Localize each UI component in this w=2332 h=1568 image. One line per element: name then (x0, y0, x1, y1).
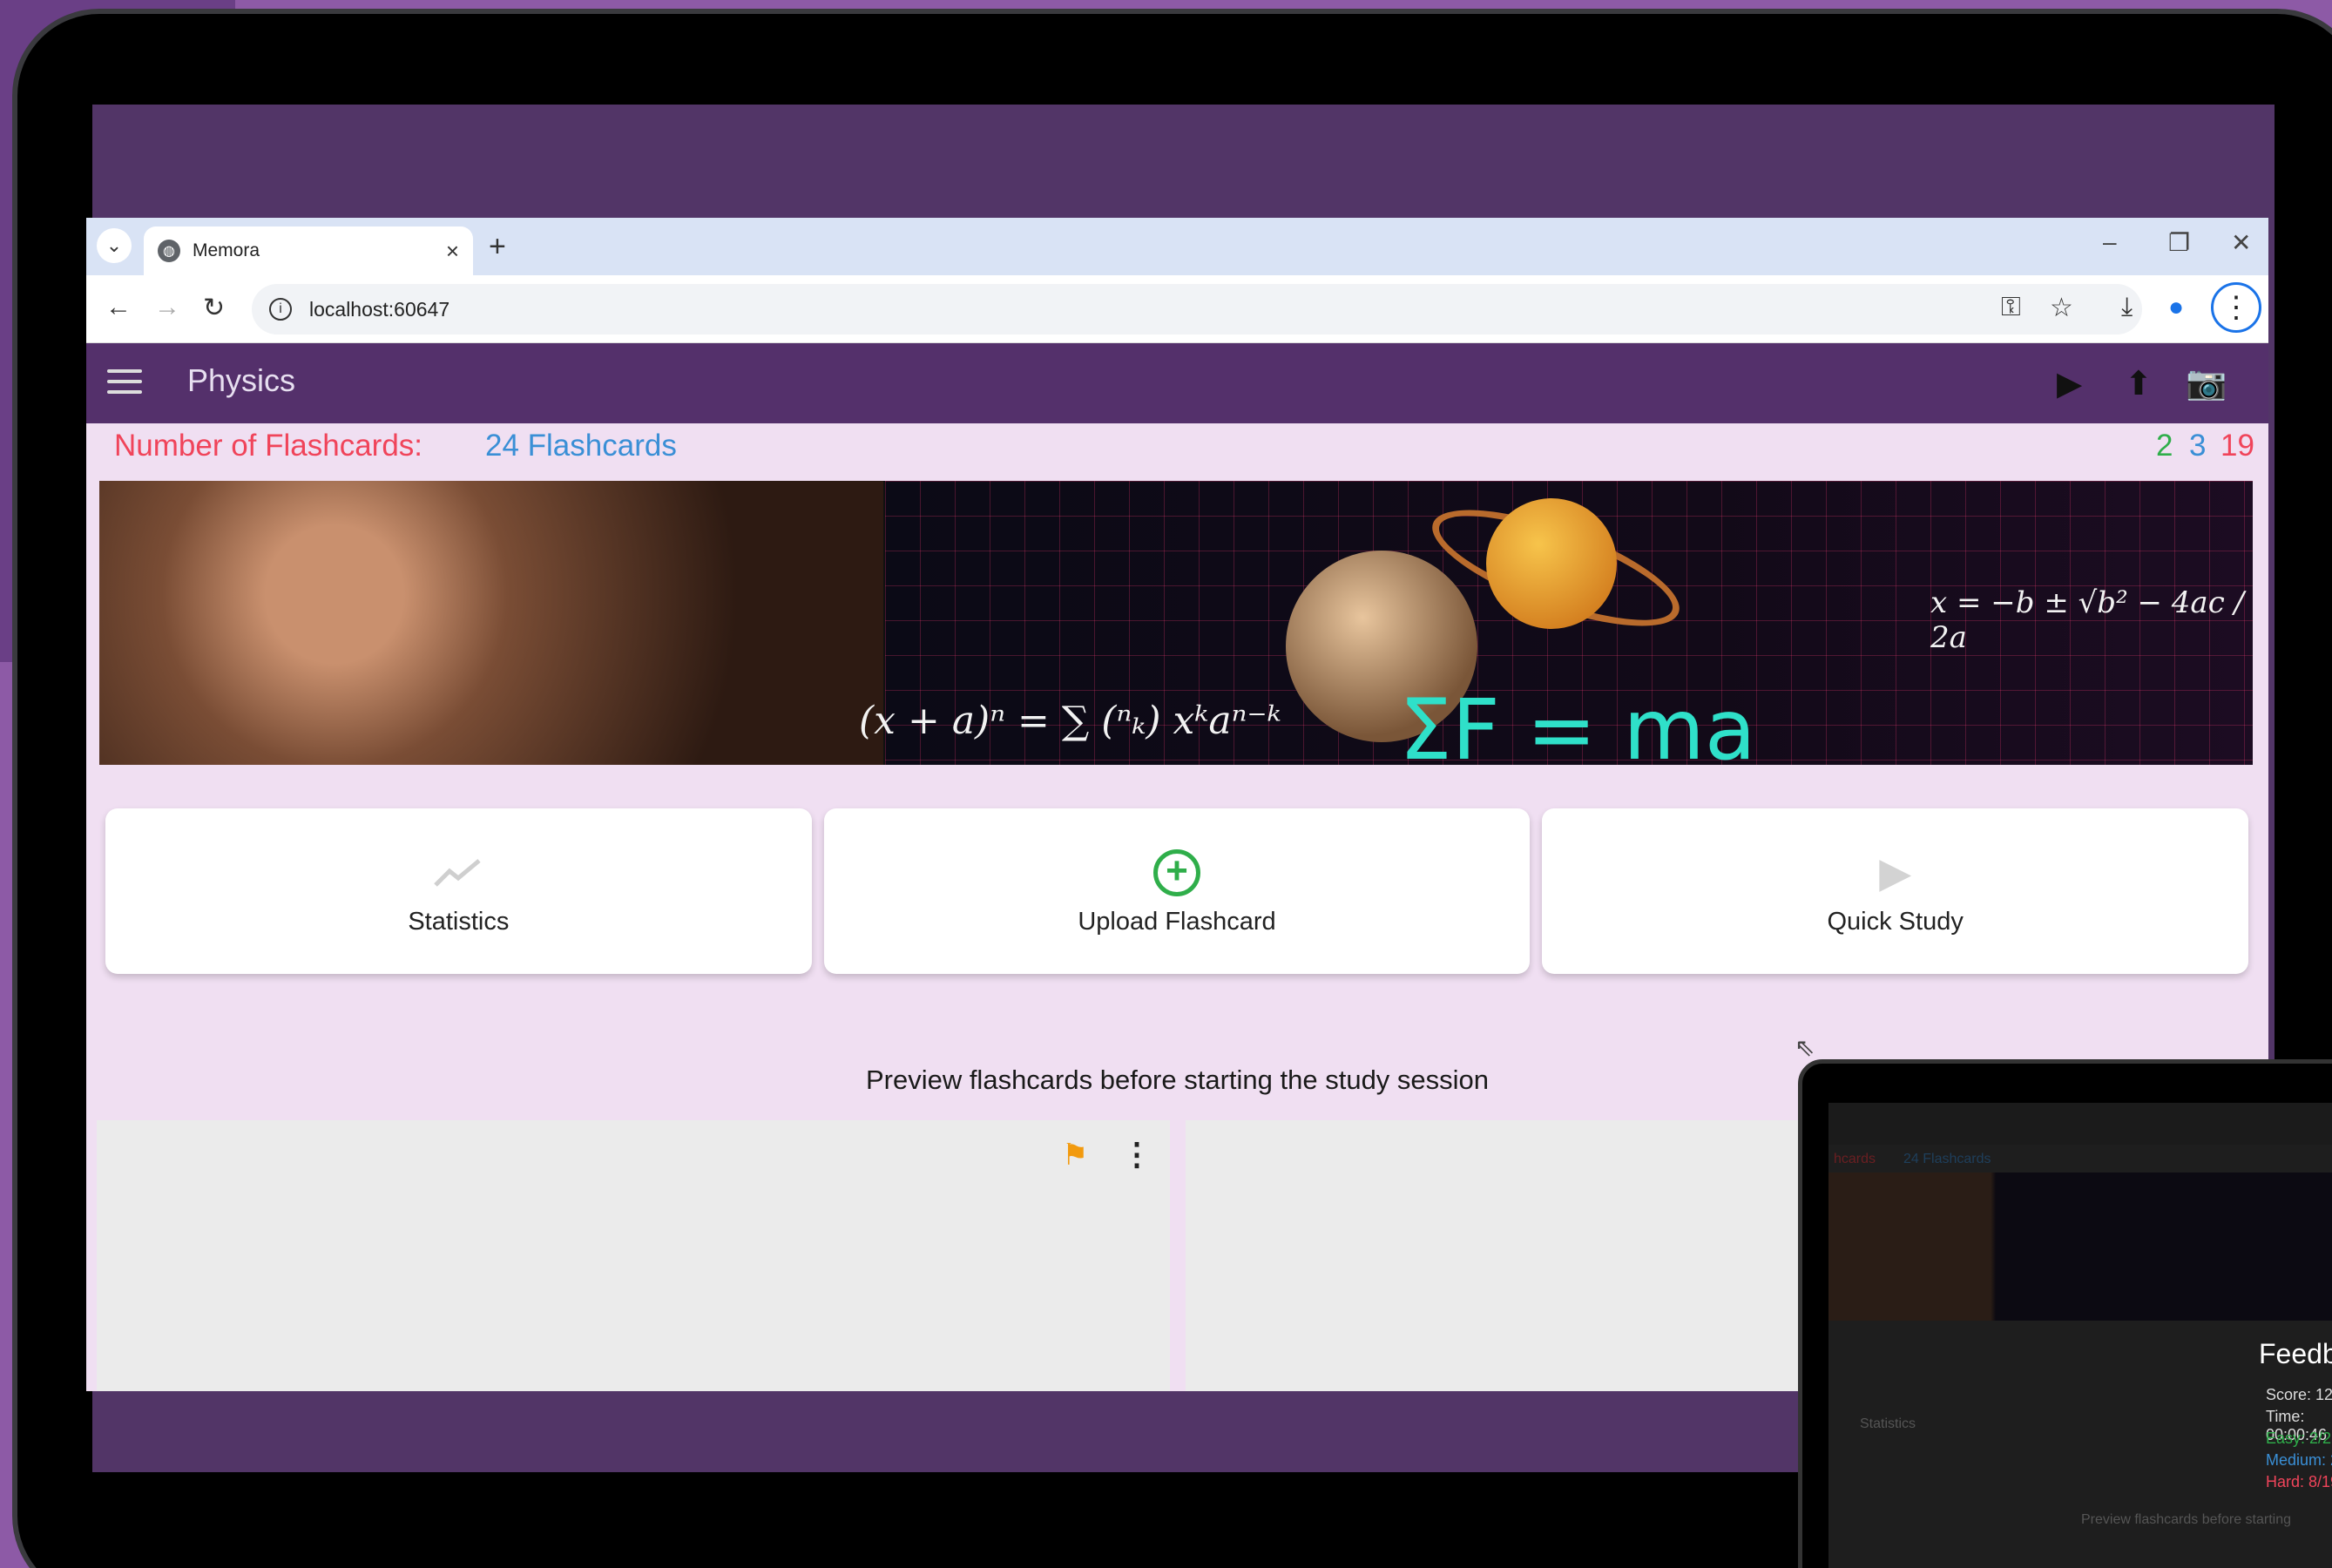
new-tab-button[interactable]: + (489, 230, 506, 264)
action-cards: Statistics + Upload Flashcard ▶ Quick St… (105, 808, 2249, 974)
url-text: localhost:60647 (309, 297, 450, 321)
count-value-faded: 24 Flashcards (1903, 1152, 1991, 1166)
feedback-screen: hcards 24 Flashcards Feedback Score: 12/… (1828, 1103, 2332, 1568)
tab-strip: ⌄ ◍ Memora × + – ❐ ✕ (86, 218, 2268, 275)
preview-label-faded: Preview flashcards before starting (2081, 1512, 2291, 1527)
app-bar: Physics ▶ ⬆ 📷 (86, 343, 2268, 423)
feedback-preview-device: hcards 24 Flashcards Feedback Score: 12/… (1798, 1059, 2332, 1568)
menu-icon[interactable] (107, 369, 142, 401)
upload-flashcard-card[interactable]: + Upload Flashcard (823, 808, 1531, 974)
back-button[interactable]: ← (105, 293, 132, 322)
easy-count: 2 (2156, 429, 2173, 463)
quick-study-card[interactable]: ▶ Quick Study (1542, 808, 2249, 974)
quick-study-label: Quick Study (1827, 907, 1964, 936)
saturn-graphic (1486, 498, 1617, 629)
feedback-hard: Hard: 8/19 (2266, 1473, 2332, 1490)
minimize-button[interactable]: – (2103, 228, 2117, 256)
address-bar: ← → ↻ i localhost:60647 ⚿ ☆ ⤓ ● ⋮ (86, 275, 2268, 343)
flashcard-preview[interactable]: ⚑ ⋮ (97, 1120, 1170, 1391)
browser-tab[interactable]: ◍ Memora × (144, 226, 473, 275)
hard-count: 19 (2220, 429, 2254, 463)
browser-menu-button[interactable]: ⋮ (2211, 282, 2261, 333)
add-circle-icon: + (1153, 848, 1200, 896)
page-title: Physics (187, 362, 296, 398)
feedback-title: Feedback (2259, 1338, 2332, 1369)
reload-button[interactable]: ↻ (203, 293, 225, 323)
play-icon: ▶ (1879, 849, 1912, 896)
chart-line-icon (432, 847, 484, 899)
bookmark-star-icon[interactable]: ☆ (2050, 293, 2073, 323)
banner-faded (1828, 1173, 2332, 1321)
banner-physics-art: (x + a)ⁿ = ∑ (ⁿₖ) xᵏaⁿ⁻ᵏ ΣF = ma x = −b … (859, 481, 2253, 765)
restore-button[interactable]: ❐ (2168, 228, 2190, 257)
subject-banner: (x + a)ⁿ = ∑ (ⁿₖ) xᵏaⁿ⁻ᵏ ΣF = ma x = −b … (99, 481, 2253, 765)
play-icon[interactable]: ▶ (2057, 364, 2082, 403)
banner-photo-hand (99, 481, 883, 765)
quadratic-formula: x = −b ± √b² − 4ac / 2a (1930, 585, 2245, 655)
upload-flashcard-label: Upload Flashcard (1078, 907, 1276, 936)
flag-icon[interactable]: ⚑ (1062, 1138, 1088, 1173)
profile-icon[interactable]: ● (2168, 293, 2184, 322)
close-window-button[interactable]: ✕ (2231, 228, 2251, 257)
mouse-cursor-icon: ⇖ (1795, 1034, 1815, 1061)
flashcard-count-label: Number of Flashcards: (114, 429, 423, 463)
force-formula: ΣF = ma (1399, 681, 1756, 765)
flashcard-count-value: 24 Flashcards (485, 429, 677, 463)
binomial-formula: (x + a)ⁿ = ∑ (ⁿₖ) xᵏaⁿ⁻ᵏ (859, 699, 1281, 743)
feedback-medium: Medium: 2/3 (2266, 1451, 2332, 1469)
statistics-card[interactable]: Statistics (105, 808, 812, 974)
feedback-easy: Easy: 2/2 (2266, 1429, 2332, 1447)
statistics-label-faded: Statistics (1860, 1416, 1916, 1431)
key-icon[interactable]: ⚿ (2001, 293, 2021, 322)
tab-title: Memora (193, 240, 260, 260)
feedback-score: Score: 12/24 (2266, 1386, 2332, 1403)
camera-icon[interactable]: 📷 (2186, 364, 2227, 402)
download-icon[interactable]: ⤓ (2121, 293, 2133, 322)
tab-search-button[interactable]: ⌄ (97, 228, 132, 263)
file-upload-icon[interactable]: ⬆ (2125, 364, 2153, 403)
close-tab-icon[interactable]: × (446, 238, 459, 265)
url-field[interactable]: i localhost:60647 (252, 284, 2142, 335)
more-options-icon[interactable]: ⋮ (1121, 1136, 1152, 1173)
count-label-faded: hcards (1834, 1152, 1876, 1166)
forward-button[interactable]: → (154, 293, 180, 322)
statistics-label: Statistics (408, 907, 510, 936)
medium-count: 3 (2189, 429, 2207, 463)
globe-icon: ◍ (158, 240, 180, 262)
site-info-icon[interactable]: i (269, 298, 292, 321)
